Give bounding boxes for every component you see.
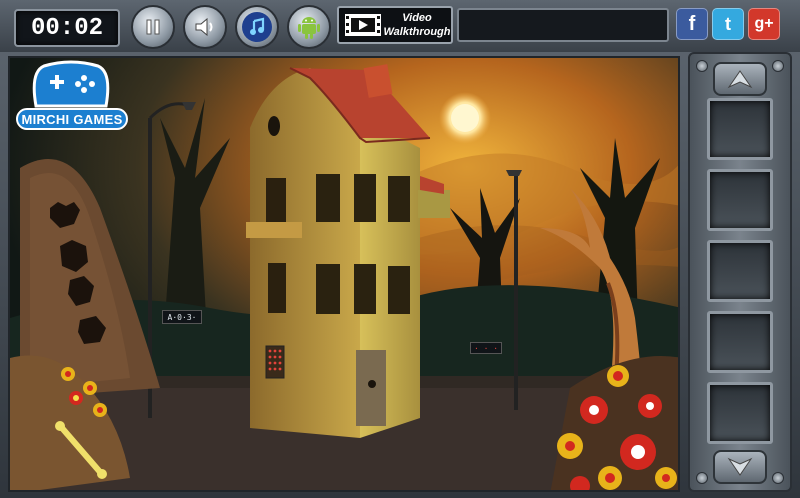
mirchi-games-logo[interactable]: MIRCHI GAMES — [14, 60, 128, 136]
inventory-scroll-up-button[interactable] — [713, 62, 767, 96]
googleplus-icon: g+ — [754, 15, 774, 32]
timer-display: 00:02 — [14, 9, 120, 47]
inventory-slot-2[interactable] — [707, 169, 773, 231]
inventory-slot-3[interactable] — [707, 240, 773, 302]
moon-core — [451, 104, 479, 132]
music-note-icon — [242, 12, 272, 42]
inventory-slot-1[interactable] — [707, 98, 773, 160]
inventory-slot-5[interactable] — [707, 382, 773, 444]
message-bar — [457, 8, 669, 42]
facebook-button[interactable]: f — [676, 8, 708, 40]
facebook-icon: f — [688, 12, 696, 35]
wall-code-panel[interactable]: A·0·3· — [162, 310, 202, 324]
inventory-panel — [688, 52, 792, 492]
googleplus-button[interactable]: g+ — [748, 8, 780, 40]
sound-button[interactable] — [183, 5, 227, 49]
screw — [696, 472, 708, 484]
android-app-button[interactable] — [287, 5, 331, 49]
arrow-down-icon — [727, 457, 753, 476]
keyhole-icon[interactable] — [368, 380, 376, 388]
speaker-icon — [190, 12, 220, 42]
inventory-scroll-down-button[interactable] — [713, 450, 767, 484]
gamepad-icon — [32, 60, 110, 108]
screw — [772, 472, 784, 484]
twitter-button[interactable]: t — [712, 8, 744, 40]
screw — [772, 60, 784, 72]
arrow-up-icon — [727, 70, 753, 89]
android-icon — [294, 12, 324, 42]
top-toolbar: 00:02 Video Walkthrough f t g+ — [0, 0, 800, 52]
logo-text: MIRCHI GAMES — [16, 108, 128, 130]
house-door[interactable] — [356, 350, 386, 426]
inventory-slot-4[interactable] — [707, 311, 773, 373]
video-label-line2: Walkthrough — [383, 26, 451, 38]
video-label-line1: Video — [402, 12, 432, 24]
film-icon — [345, 14, 381, 36]
tree-code-panel[interactable]: · · · — [470, 342, 502, 354]
pause-icon — [138, 12, 168, 42]
twitter-icon: t — [725, 13, 731, 34]
video-walkthrough-button[interactable]: Video Walkthrough — [337, 6, 453, 44]
game-scene: A·0·3· · · · MIRCHI GAMES — [8, 56, 680, 492]
pause-button[interactable] — [131, 5, 175, 49]
screw — [696, 60, 708, 72]
keypad[interactable] — [265, 345, 285, 379]
music-button[interactable] — [235, 5, 279, 49]
video-walkthrough-label: Video Walkthrough — [383, 11, 451, 39]
